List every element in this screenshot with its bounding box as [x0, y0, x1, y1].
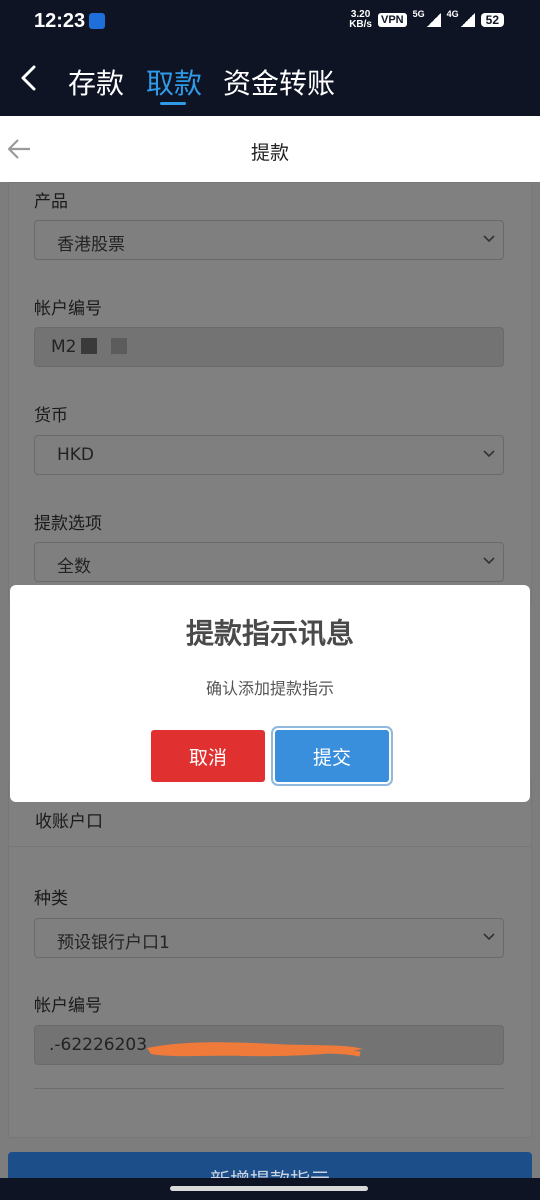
top-nav: 存款 取款 资金转账: [0, 44, 540, 116]
dialog-title: 提款指示讯息: [185, 617, 354, 650]
redaction-mark: [81, 338, 97, 354]
currency-value: HKD: [57, 445, 95, 465]
chevron-down-icon: [483, 933, 495, 941]
status-indicators: 3.20 KB/s VPN 5G 4G 52: [349, 9, 504, 30]
app-notification-icon: [89, 13, 105, 29]
network-type-4g: 4G: [446, 9, 459, 19]
tab-fund-transfer[interactable]: 资金转账: [223, 62, 335, 102]
vpn-badge: VPN: [377, 13, 407, 27]
page-title: 提款: [250, 142, 289, 164]
account-number-label: 帐户编号: [34, 299, 102, 319]
currency-select[interactable]: HKD: [34, 435, 504, 475]
withdraw-option-value: 全数: [57, 557, 91, 577]
tab-deposit[interactable]: 存款: [68, 62, 124, 102]
receiving-account-title: 收账户口: [35, 812, 103, 832]
battery-icon: 52: [480, 13, 504, 27]
receiving-account-number-label: 帐户编号: [34, 996, 102, 1016]
type-value: 预设银行户口1: [57, 933, 170, 953]
status-bar: 12:23 3.20 KB/s VPN 5G 4G 52: [0, 0, 540, 44]
chevron-down-icon: [483, 450, 495, 458]
withdraw-option-select[interactable]: 全数: [34, 542, 504, 582]
product-value: 香港股票: [57, 235, 125, 255]
dialog-message: 确认添加提款指示: [205, 679, 334, 698]
back-arrow-icon[interactable]: [16, 64, 44, 92]
status-time: 12:23: [34, 10, 86, 32]
network-speed: 3.20 KB/s: [349, 9, 372, 30]
product-select[interactable]: 香港股票: [34, 220, 504, 260]
page-header: 提款: [0, 116, 540, 182]
product-label: 产品: [34, 192, 68, 212]
home-bar: [0, 1178, 540, 1200]
home-indicator[interactable]: [170, 1186, 368, 1191]
currency-label: 货币: [34, 406, 68, 426]
type-select[interactable]: 预设银行户口1: [34, 918, 504, 958]
signal-icon: [426, 13, 441, 27]
submit-button[interactable]: 提交: [275, 730, 389, 782]
withdraw-option-label: 提款选项: [34, 514, 102, 534]
chevron-down-icon: [483, 557, 495, 565]
chevron-down-icon: [483, 235, 495, 243]
divider: [34, 1088, 504, 1089]
account-number-field: M2: [34, 327, 504, 367]
receiving-account-number-field: .-62226203: [34, 1025, 504, 1065]
confirm-dialog: 提款指示讯息 确认添加提款指示 取消 提交: [10, 585, 530, 802]
redaction-scribble: [147, 1042, 363, 1057]
active-tab-indicator: [160, 102, 186, 105]
account-number-value: M2: [51, 337, 77, 357]
cancel-button[interactable]: 取消: [151, 730, 265, 782]
tab-withdraw[interactable]: 取款: [146, 62, 202, 102]
receiving-account-number-value: .-62226203: [49, 1035, 148, 1055]
signal-icon-2: [460, 13, 475, 27]
type-label: 种类: [34, 889, 68, 909]
network-type-5g: 5G: [412, 9, 425, 19]
redaction-mark-2: [111, 338, 127, 354]
